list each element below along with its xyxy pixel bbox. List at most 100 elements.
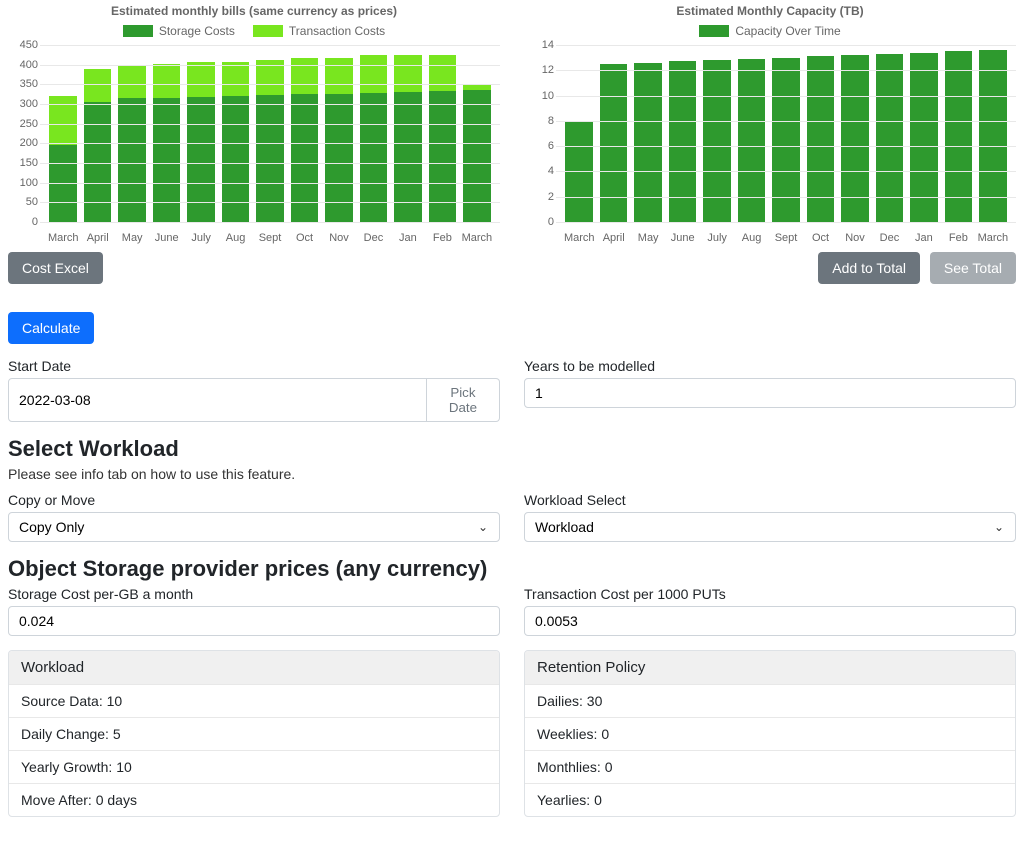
x-tick: Nov — [838, 232, 872, 244]
y-tick: 200 — [8, 137, 38, 149]
cost-chart-legend: Storage Costs Transaction Costs — [8, 24, 500, 38]
legend-label: Storage Costs — [159, 24, 235, 38]
y-tick: 300 — [8, 98, 38, 110]
x-tick: March — [46, 232, 80, 244]
bar[interactable] — [394, 55, 422, 222]
retention-card-heading: Retention Policy — [525, 651, 1015, 684]
storage-cost-label: Storage Cost per-GB a month — [8, 586, 500, 602]
retention-card: Retention Policy Dailies: 30Weeklies: 0M… — [524, 650, 1016, 817]
add-to-total-button[interactable]: Add to Total — [818, 252, 920, 284]
legend-label: Capacity Over Time — [735, 24, 840, 38]
x-tick: Aug — [734, 232, 768, 244]
y-tick: 350 — [8, 78, 38, 90]
swatch-icon — [253, 25, 283, 37]
x-tick: Feb — [941, 232, 975, 244]
list-item[interactable]: Yearly Growth: 10 — [9, 750, 499, 783]
x-tick: May — [631, 232, 665, 244]
cost-chart-title: Estimated monthly bills (same currency a… — [8, 4, 500, 18]
x-tick: Sept — [253, 232, 287, 244]
capacity-chart-title: Estimated Monthly Capacity (TB) — [524, 4, 1016, 18]
bar[interactable] — [634, 63, 662, 222]
y-tick: 4 — [524, 165, 554, 177]
x-tick: Nov — [322, 232, 356, 244]
pick-date-button[interactable]: Pick Date — [427, 378, 500, 422]
bar[interactable] — [600, 64, 628, 222]
bar[interactable] — [291, 58, 319, 222]
y-tick: 100 — [8, 177, 38, 189]
y-tick: 12 — [524, 64, 554, 76]
bar[interactable] — [360, 55, 388, 222]
legend-storage[interactable]: Storage Costs — [123, 24, 235, 38]
x-tick: April — [596, 232, 630, 244]
x-tick: March — [460, 232, 494, 244]
list-item[interactable]: Yearlies: 0 — [525, 783, 1015, 816]
bar[interactable] — [669, 61, 697, 222]
workload-card-heading: Workload — [9, 651, 499, 684]
list-item[interactable]: Monthlies: 0 — [525, 750, 1015, 783]
y-tick: 0 — [8, 216, 38, 228]
bar[interactable] — [429, 55, 457, 222]
transaction-cost-label: Transaction Cost per 1000 PUTs — [524, 586, 1016, 602]
y-tick: 450 — [8, 39, 38, 51]
bar[interactable] — [187, 62, 215, 222]
y-tick: 14 — [524, 39, 554, 51]
bar[interactable] — [703, 60, 731, 222]
y-tick: 50 — [8, 196, 38, 208]
bar[interactable] — [84, 69, 112, 222]
x-tick: June — [149, 232, 183, 244]
see-total-button[interactable]: See Total — [930, 252, 1016, 284]
copy-or-move-select[interactable] — [8, 512, 500, 542]
y-tick: 8 — [524, 115, 554, 127]
years-label: Years to be modelled — [524, 358, 1016, 374]
legend-capacity[interactable]: Capacity Over Time — [699, 24, 840, 38]
bar[interactable] — [222, 62, 250, 222]
y-tick: 6 — [524, 140, 554, 152]
x-tick: Feb — [425, 232, 459, 244]
x-tick: Jan — [907, 232, 941, 244]
bar[interactable] — [325, 58, 353, 222]
cost-chart: Estimated monthly bills (same currency a… — [8, 4, 500, 284]
years-input[interactable] — [524, 378, 1016, 408]
swatch-icon — [699, 25, 729, 37]
legend-transaction[interactable]: Transaction Costs — [253, 24, 385, 38]
storage-cost-input[interactable] — [8, 606, 500, 636]
y-tick: 0 — [524, 216, 554, 228]
cost-excel-button[interactable]: Cost Excel — [8, 252, 103, 284]
pricing-heading: Object Storage provider prices (any curr… — [8, 556, 1016, 582]
y-tick: 10 — [524, 90, 554, 102]
list-item[interactable]: Dailies: 30 — [525, 684, 1015, 717]
y-tick: 250 — [8, 118, 38, 130]
legend-label: Transaction Costs — [289, 24, 385, 38]
select-workload-hint: Please see info tab on how to use this f… — [8, 466, 1016, 482]
x-tick: March — [976, 232, 1010, 244]
workload-select[interactable] — [524, 512, 1016, 542]
x-tick: Aug — [218, 232, 252, 244]
calculate-button[interactable]: Calculate — [8, 312, 94, 344]
x-tick: Oct — [803, 232, 837, 244]
x-tick: Jan — [391, 232, 425, 244]
list-item[interactable]: Weeklies: 0 — [525, 717, 1015, 750]
x-tick: Dec — [872, 232, 906, 244]
start-date-input[interactable] — [8, 378, 427, 422]
x-tick: March — [562, 232, 596, 244]
y-tick: 2 — [524, 191, 554, 203]
capacity-chart: Estimated Monthly Capacity (TB) Capacity… — [524, 4, 1016, 284]
x-tick: Oct — [287, 232, 321, 244]
list-item[interactable]: Source Data: 10 — [9, 684, 499, 717]
capacity-chart-legend: Capacity Over Time — [524, 24, 1016, 38]
x-tick: May — [115, 232, 149, 244]
y-tick: 150 — [8, 157, 38, 169]
copy-or-move-label: Copy or Move — [8, 492, 500, 508]
y-tick: 400 — [8, 59, 38, 71]
swatch-icon — [123, 25, 153, 37]
transaction-cost-input[interactable] — [524, 606, 1016, 636]
list-item[interactable]: Move After: 0 days — [9, 783, 499, 816]
select-workload-heading: Select Workload — [8, 436, 1016, 462]
x-tick: Sept — [769, 232, 803, 244]
start-date-label: Start Date — [8, 358, 500, 374]
x-tick: June — [665, 232, 699, 244]
list-item[interactable]: Daily Change: 5 — [9, 717, 499, 750]
x-tick: Dec — [356, 232, 390, 244]
x-tick: April — [80, 232, 114, 244]
workload-select-label: Workload Select — [524, 492, 1016, 508]
